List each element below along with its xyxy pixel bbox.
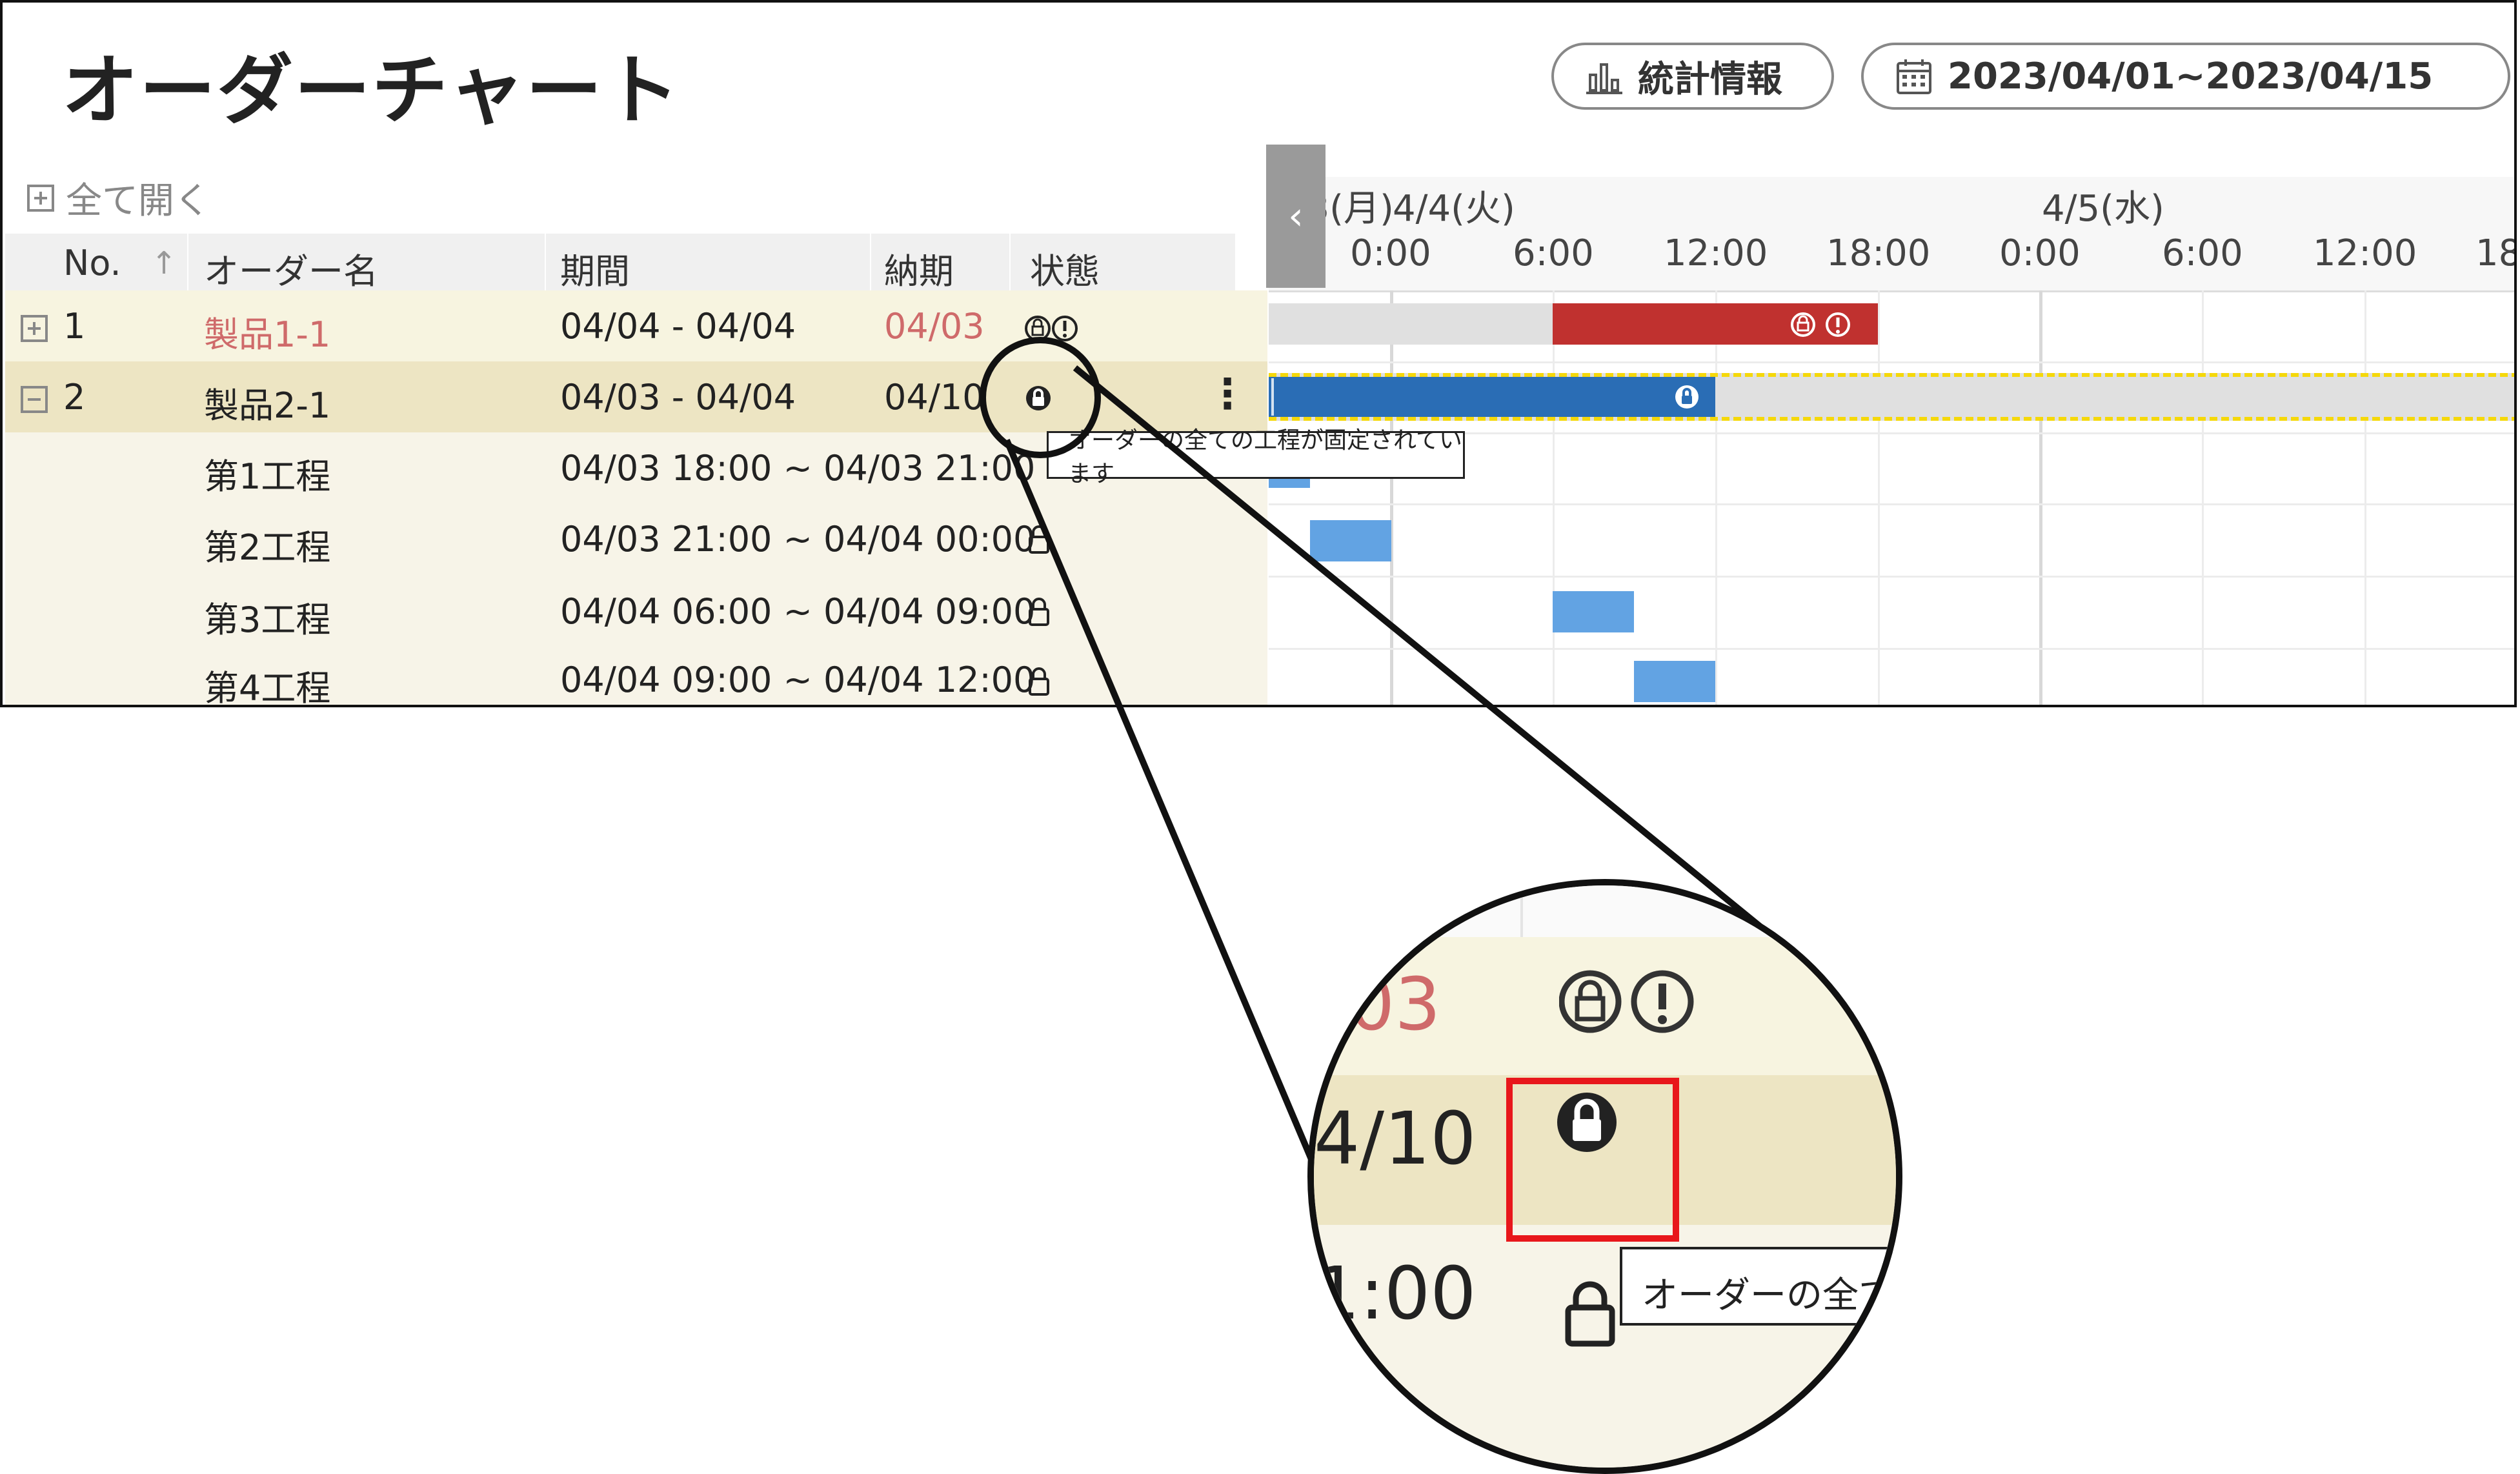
zoom-tooltip-text: オーダーの全ての xyxy=(1642,1275,1902,1317)
zoom-due-text: 03 xyxy=(1349,963,1441,1047)
zoom-time-text: 1:00 xyxy=(1314,1252,1477,1336)
zoom-header-strip xyxy=(1314,885,1896,939)
magnifier-callout-lines xyxy=(1003,365,1784,1218)
zoom-due-text: 4/10 xyxy=(1314,1097,1477,1181)
zoom-lock-warning-icons xyxy=(1559,970,1694,1033)
magnifier-source-circle xyxy=(980,337,1101,458)
zoom-tooltip: オーダーの全ての xyxy=(1620,1247,1902,1326)
highlight-box xyxy=(1506,1078,1679,1242)
zoom-column-separator xyxy=(1520,885,1523,937)
magnifier-zoom: 03 4/10 1:00 オーダーの全ての xyxy=(1307,879,1902,1474)
zoom-lock-icon xyxy=(1565,1281,1615,1347)
